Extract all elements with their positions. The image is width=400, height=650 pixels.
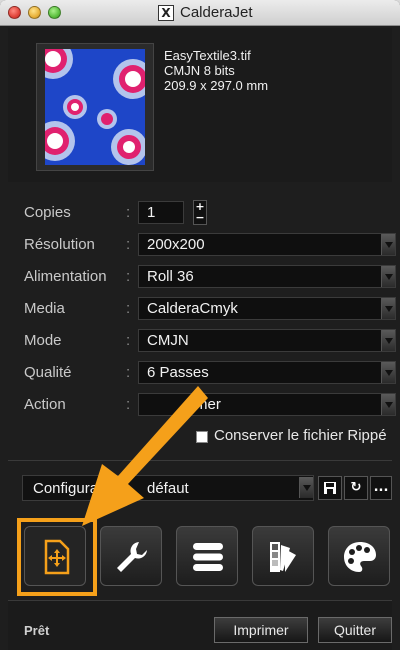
- divider: [8, 460, 392, 461]
- image-thumbnail: [45, 49, 145, 165]
- tool-palette-button[interactable]: [328, 526, 390, 586]
- file-header: EasyTextile3.tif CMJN 8 bits 209.9 x 297…: [8, 28, 392, 182]
- setting-row-quality: Qualité : 6 Passes: [8, 356, 396, 388]
- configuration-select[interactable]: Configura défaut: [22, 475, 314, 501]
- palette-icon: [344, 542, 376, 572]
- resolution-select[interactable]: 200x200: [138, 233, 396, 256]
- setting-row-resolution: Résolution : 200x200: [8, 228, 396, 260]
- move-icon: [44, 539, 70, 575]
- save-configuration-button[interactable]: [318, 476, 342, 500]
- title-bar: X CalderaJet: [0, 0, 400, 26]
- setting-row-copies: Copies : 1 + −: [8, 196, 392, 228]
- setting-row-mode: Mode : CMJN: [8, 324, 396, 356]
- window-title: CalderaJet: [180, 4, 253, 21]
- setting-row-media: Media : CalderaCmyk: [8, 292, 396, 324]
- chevron-down-icon[interactable]: [381, 266, 395, 287]
- list-icon: [193, 543, 223, 571]
- resolution-label: Résolution: [24, 236, 95, 253]
- tool-settings-button[interactable]: [100, 526, 162, 586]
- zoom-window-button[interactable]: [48, 6, 61, 19]
- copies-input[interactable]: 1: [138, 201, 184, 224]
- file-color-bits: CMJN 8 bits: [164, 63, 235, 78]
- keep-ripped-label: Conserver le fichier Rippé: [214, 427, 387, 444]
- mode-label: Mode: [24, 332, 62, 349]
- refresh-icon: ↻: [350, 480, 362, 495]
- file-info: EasyTextile3.tif CMJN 8 bits 209.9 x 297…: [164, 48, 268, 93]
- tool-list-button[interactable]: [176, 526, 238, 586]
- status-text: Prêt: [24, 623, 50, 638]
- media-select[interactable]: CalderaCmyk: [138, 297, 396, 320]
- setting-row-alimentation: Alimentation : Roll 36: [8, 260, 396, 292]
- mode-select[interactable]: CMJN: [138, 329, 396, 352]
- setting-row-action: Action : mer: [8, 388, 396, 420]
- thumbnail-frame: [36, 43, 154, 171]
- tool-colors-button[interactable]: [252, 526, 314, 586]
- color-swatch-icon: [270, 542, 296, 572]
- alimentation-label: Alimentation: [24, 268, 107, 285]
- close-window-button[interactable]: [8, 6, 21, 19]
- chevron-down-icon[interactable]: [381, 298, 395, 319]
- app-icon: X: [158, 5, 174, 21]
- quality-select[interactable]: 6 Passes: [138, 361, 396, 384]
- alimentation-select[interactable]: Roll 36: [138, 265, 396, 288]
- chevron-down-icon[interactable]: [381, 394, 395, 415]
- calderajet-window: X CalderaJet EasyTextile3.tif CMJN 8 bit…: [0, 0, 400, 650]
- chevron-down-icon[interactable]: [299, 477, 313, 498]
- print-button[interactable]: Imprimer: [214, 617, 308, 643]
- wrench-icon: [117, 542, 147, 572]
- media-label: Media: [24, 300, 65, 317]
- quality-label: Qualité: [24, 364, 72, 381]
- copies-label: Copies: [24, 204, 71, 221]
- chevron-down-icon[interactable]: [381, 234, 395, 255]
- chevron-down-icon[interactable]: [381, 330, 395, 351]
- action-select[interactable]: mer: [138, 393, 396, 416]
- copies-stepper[interactable]: + −: [193, 200, 207, 225]
- file-dimensions: 209.9 x 297.0 mm: [164, 78, 269, 93]
- minimize-window-button[interactable]: [28, 6, 41, 19]
- status-bar: Prêt Imprimer Quitter: [8, 600, 392, 650]
- refresh-configuration-button[interactable]: ↻: [344, 476, 368, 500]
- decrement-icon[interactable]: −: [194, 212, 206, 223]
- keep-ripped-checkbox[interactable]: [196, 431, 208, 443]
- chevron-down-icon[interactable]: [381, 362, 395, 383]
- tool-toolbar: [8, 516, 392, 596]
- action-label: Action: [24, 396, 66, 413]
- tool-move-button[interactable]: [24, 526, 86, 586]
- more-options-button[interactable]: ...: [370, 476, 392, 500]
- floppy-icon: [324, 482, 336, 494]
- file-name: EasyTextile3.tif: [164, 48, 251, 63]
- quit-button[interactable]: Quitter: [318, 617, 392, 643]
